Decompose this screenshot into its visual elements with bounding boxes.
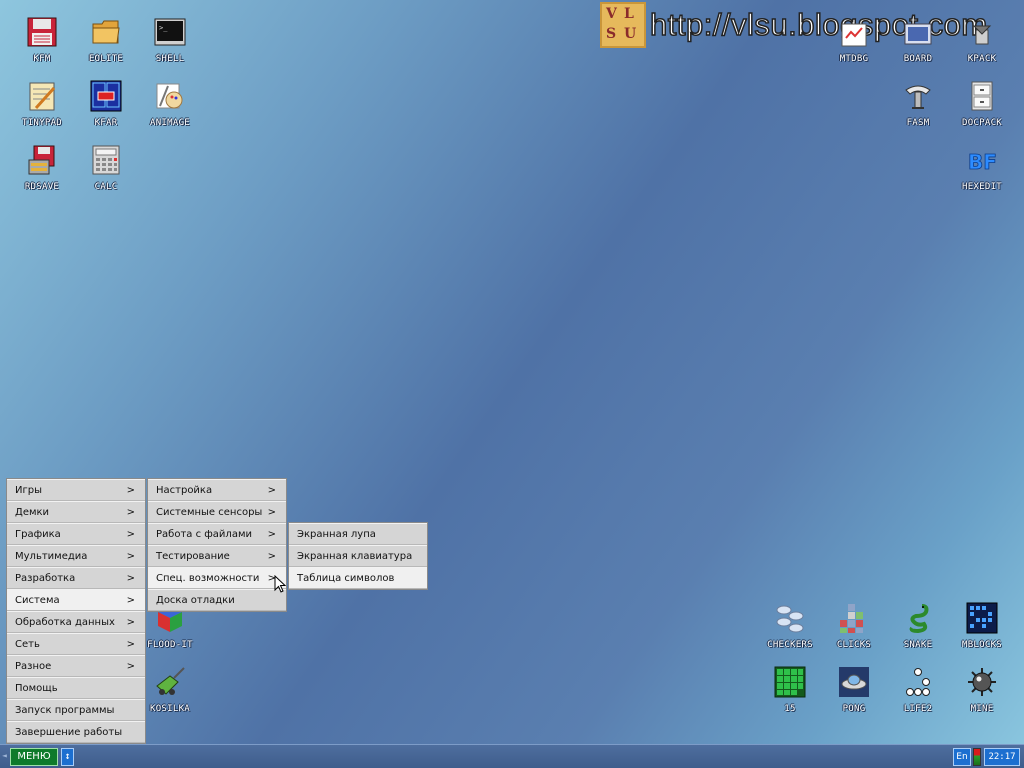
submenu-item-debug-board[interactable]: Доска отладки [148,589,286,611]
menu-item-graphics[interactable]: Графика > [7,523,145,545]
desktop-icon-eolite[interactable]: EOLITE [74,16,138,80]
hex-editor-icon: BF [968,150,998,175]
mine-icon [968,668,996,696]
submenu-item-magnifier[interactable]: Экранная лупа [289,523,427,545]
submenu-item-onscreen-keyboard[interactable]: Экранная клавиатура [289,545,427,567]
svg-text:BF: BF [968,150,997,174]
desktop-icon-clicks[interactable]: CLICKS [822,602,886,666]
submenu-item-settings[interactable]: Настройка > [148,479,286,501]
main-menu: Игры > Демки > Графика > Мультимедиа > Разра… [6,478,146,744]
desktop-icon-fasm[interactable]: FASM [886,80,950,144]
menu-item-development[interactable]: Разработка > [7,567,145,589]
submenu-item-accessibility[interactable]: Спец. возможности > [148,567,286,589]
press-pack-icon [972,25,992,45]
calculator-icon [92,145,120,175]
desktop-icon-pong[interactable]: PONG [822,666,886,730]
desktop-icon-kfm[interactable]: KFM [10,16,74,80]
save-ramdisk-icon [28,145,55,175]
clock[interactable]: 22:17 [984,748,1020,766]
submenu-item-testing[interactable]: Тестирование > [148,545,286,567]
paint-icon [156,83,183,109]
checkers-icon [776,605,804,633]
desktop-icon-kosilka[interactable]: KOSILKA [138,666,202,730]
mouse-cursor-icon [274,575,286,593]
taskbar-scroll-left-icon[interactable]: ◄ [2,751,7,760]
cpu-load-indicator [973,748,981,766]
desktop-icon-mtdbg[interactable]: MTDBG [822,16,886,80]
board-icon [904,23,932,45]
menu-item-demos[interactable]: Демки > [7,501,145,523]
assembler-icon [905,85,931,109]
fifteen-puzzle-icon [774,666,806,698]
desktop-icon-hexedit[interactable]: BF HEXEDIT [950,144,1014,208]
grid-blocks-icon [966,602,998,634]
menu-item-network[interactable]: Сеть > [7,633,145,655]
desktop-icon-rdsave[interactable]: RDSAVE [10,144,74,208]
taskbar: ◄ МЕНЮ ↕ En 22:17 [0,744,1024,768]
desktop-icon-kpack[interactable]: KPACK [950,16,1014,80]
desktop-icon-animage[interactable]: ANIMAGE [138,80,202,144]
desktop-icon-shell[interactable]: >_ SHELL [138,16,202,80]
submenu-item-system-sensors[interactable]: Системные сенсоры > [148,501,286,523]
floppy-disk-icon [27,17,57,47]
life-dots-icon [906,668,930,696]
terminal-icon: >_ [154,18,186,46]
desktop-icon-kfar[interactable]: KFAR [74,80,138,144]
menu-item-help[interactable]: Помощь [7,677,145,699]
desktop-icon-docpack[interactable]: DOCPACK [950,80,1014,144]
menu-item-system[interactable]: Система > [7,589,145,611]
cabinet-icon [971,81,993,111]
vlsu-logo: V L S U [600,2,646,48]
snake-icon [909,604,929,634]
notepad-icon [29,82,56,111]
folder-icon [92,20,120,44]
menu-item-misc[interactable]: Разное > [7,655,145,677]
menu-item-multimedia[interactable]: Мультимедиа > [7,545,145,567]
debugger-icon [841,23,867,47]
system-submenu: Настройка > Системные сенсоры > Работа с ф… [147,478,287,612]
desktop-icon-calc[interactable]: CALC [74,144,138,208]
desktop-icon-life2[interactable]: LIFE2 [886,666,950,730]
menu-item-games[interactable]: Игры > [7,479,145,501]
two-panel-file-manager-icon [90,80,122,112]
desktop-icon-board[interactable]: BOARD [886,16,950,80]
menu-item-run-program[interactable]: Запуск программы [7,699,145,721]
blocks-icon [840,604,863,633]
accessibility-submenu: Экранная лупа Экранная клавиатура Таблиц… [288,522,428,590]
submenu-item-file-tools[interactable]: Работа с файлами > [148,523,286,545]
submenu-item-character-map[interactable]: Таблица символов [289,567,427,589]
lawnmower-icon [156,667,185,695]
desktop-icon-tinypad[interactable]: TINYPAD [10,80,74,144]
svg-text:>_: >_ [159,24,168,32]
start-menu-button[interactable]: МЕНЮ [10,748,58,766]
window-switch-icon[interactable]: ↕ [61,748,74,766]
desktop-icon-mblocks[interactable]: MBLOCKS [950,602,1014,666]
desktop-icon-15[interactable]: 15 [758,666,822,730]
desktop-icon-snake[interactable]: SNAKE [886,602,950,666]
menu-item-data-processing[interactable]: Обработка данных > [7,611,145,633]
ufo-icon [839,667,869,697]
keyboard-layout-indicator[interactable]: En [953,748,971,766]
desktop-icon-checkers[interactable]: CHECKERS [758,602,822,666]
desktop-icon-mine[interactable]: MINE [950,666,1014,730]
menu-item-shutdown[interactable]: Завершение работы [7,721,145,743]
